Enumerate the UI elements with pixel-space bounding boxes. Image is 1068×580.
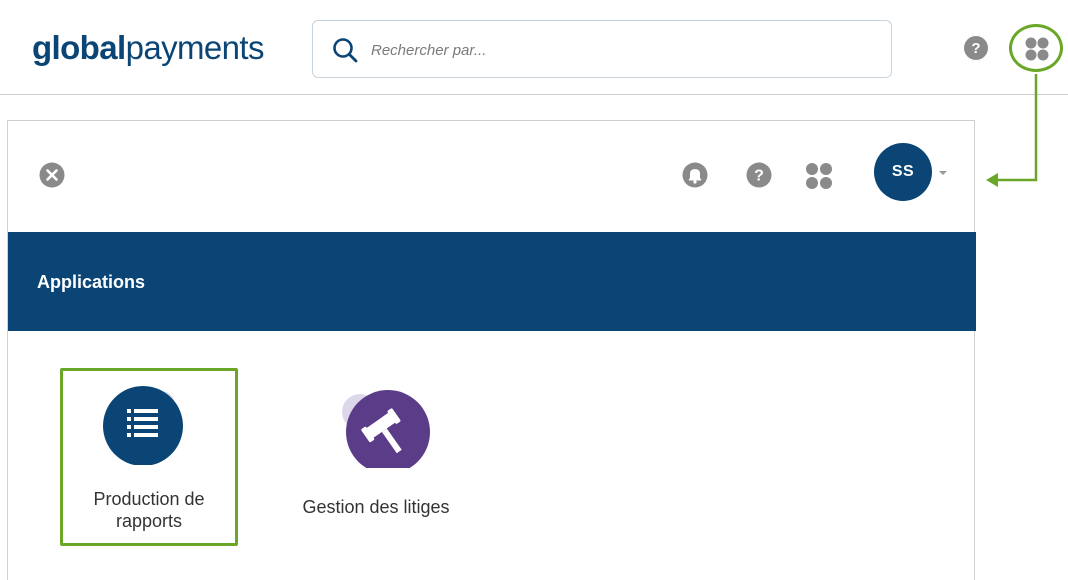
svg-text:?: ?: [971, 40, 980, 57]
close-icon[interactable]: [38, 161, 66, 189]
gavel-icon: [342, 390, 430, 468]
apps-grid-icon[interactable]: [1024, 36, 1050, 62]
applications-title: Applications: [37, 272, 146, 292]
svg-text:?: ?: [754, 168, 764, 185]
chevron-down-icon[interactable]: [938, 170, 948, 176]
bell-icon[interactable]: [681, 161, 709, 189]
app-label: Production de rapports: [63, 488, 235, 532]
help-icon[interactable]: ?: [963, 35, 989, 61]
avatar[interactable]: SS: [874, 143, 932, 201]
app-tile-production-rapports[interactable]: Production de rapports: [60, 368, 238, 546]
logo-bold-text: global: [32, 29, 126, 66]
avatar-initials: SS: [891, 163, 915, 180]
top-header: globalpayments ?: [0, 0, 1068, 95]
help-icon[interactable]: ?: [745, 161, 773, 189]
app-label-line: rapports: [115, 511, 183, 531]
app-tile-gestion-litiges[interactable]: Gestion des litiges: [276, 368, 476, 546]
list-icon: [103, 386, 183, 465]
logo-regular-text: payments: [125, 29, 265, 66]
globalpayments-logo[interactable]: globalpayments: [32, 28, 264, 68]
search-icon: [333, 38, 358, 63]
app-label: Gestion des litiges: [302, 497, 450, 517]
applications-banner: Applications: [8, 232, 976, 331]
connector-arrow-icon: [986, 74, 1038, 187]
search-input[interactable]: [369, 35, 873, 65]
app-label-line: Production de: [93, 489, 205, 509]
apps-grid-icon[interactable]: [804, 161, 834, 191]
apps-panel: ? SS Applications Production de rapports…: [7, 120, 976, 580]
search-box[interactable]: [312, 20, 892, 78]
